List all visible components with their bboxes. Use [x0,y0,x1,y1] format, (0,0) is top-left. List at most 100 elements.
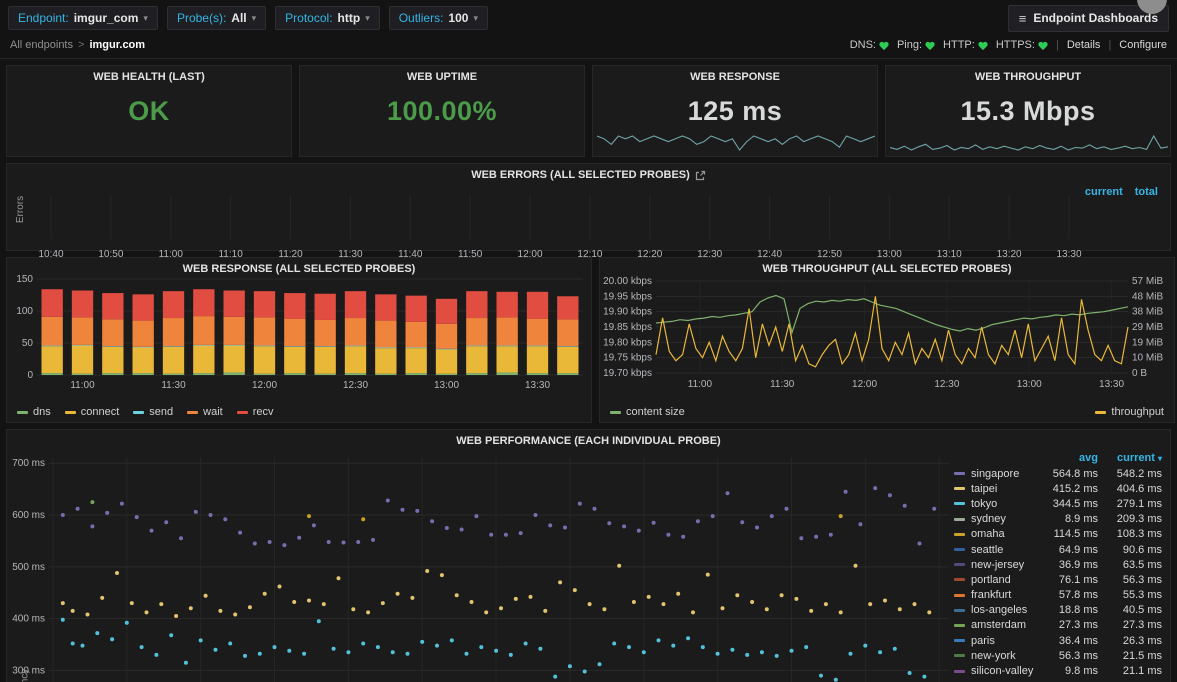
current-value: 209.3 ms [1098,513,1162,525]
endpoint-dropdown[interactable]: Endpoint: imgur_com ▾ [8,6,158,30]
content-size-legend: content size [610,406,685,418]
status-dns: DNS: [850,39,889,51]
breadcrumb-root-link[interactable]: All endpoints [10,39,73,51]
series-color-swatch [954,548,965,551]
avg-value: 114.5 ms [1040,528,1098,540]
legend-row-new-jersey[interactable]: new-jersey36.9 ms63.5 ms [954,557,1162,572]
svg-text:11:30: 11:30 [161,380,186,391]
avg-value: 564.8 ms [1040,468,1098,480]
avg-value: 76.1 ms [1040,574,1098,586]
top-toolbar: Endpoint: imgur_com ▾ Probe(s): All ▾ Pr… [0,0,1177,36]
current-value: 27.3 ms [1098,619,1162,631]
probe-name: new-jersey [971,559,1040,571]
legend-row-singapore[interactable]: singapore564.8 ms548.2 ms [954,466,1162,481]
status-dns-label: DNS: [850,39,876,51]
web-response-stat-title[interactable]: WEB RESPONSE [593,66,877,83]
svg-text:19.80 kbps: 19.80 kbps [603,337,652,348]
legend-row-los-angeles[interactable]: los-angeles18.8 ms40.5 ms [954,603,1162,618]
external-link-icon[interactable] [695,170,706,181]
legend-row-seattle[interactable]: seattle64.9 ms90.6 ms [954,542,1162,557]
svg-text:0: 0 [27,370,33,381]
legend-item-send[interactable]: send [133,406,173,418]
avg-value: 9.8 ms [1040,665,1098,677]
web-performance-chart[interactable]: 700 ms600 ms500 ms400 ms300 ms [7,447,955,682]
legend-item-total[interactable]: total [1135,186,1158,198]
svg-text:100: 100 [16,306,33,317]
legend-item-content-size[interactable]: content size [610,406,685,418]
status-ping: Ping: [897,39,935,51]
web-errors-chart[interactable]: 10:4010:5011:0011:1011:2011:3011:4011:50… [7,181,1170,267]
legend-row-new-york[interactable]: new-york56.3 ms21.5 ms [954,648,1162,663]
series-color-swatch [954,594,965,597]
sort-by-avg-header[interactable]: avg [1040,452,1098,464]
breadcrumb-bar: All endpoints > imgur.com DNS: Ping: HTT… [0,36,1177,59]
probe-name: sydney [971,513,1040,525]
legend-row-taipei[interactable]: taipei415.2 ms404.6 ms [954,481,1162,496]
series-color-swatch [65,411,76,414]
sort-by-current-header[interactable]: current ▾ [1098,452,1162,464]
legend-item-wait[interactable]: wait [187,406,223,418]
web-throughput-title[interactable]: WEB THROUGHPUT (ALL SELECTED PROBES) [600,258,1174,275]
legend-item-dns[interactable]: dns [17,406,51,418]
web-throughput-chart[interactable]: 20.00 kbps57 MiB19.95 kbps48 MiB19.90 kb… [600,275,1174,393]
svg-text:20.00 kbps: 20.00 kbps [603,276,652,287]
series-color-swatch [187,411,198,414]
status-ping-label: Ping: [897,39,922,51]
series-color-swatch [954,654,965,657]
details-link[interactable]: Details [1067,39,1101,51]
web-uptime-panel: WEB UPTIME 100.00% [299,65,585,157]
legend-item-current[interactable]: current [1085,186,1123,198]
web-uptime-title[interactable]: WEB UPTIME [300,66,584,83]
series-color-swatch [954,533,965,536]
svg-text:19.85 kbps: 19.85 kbps [603,322,652,333]
chevron-down-icon: ▾ [365,14,370,23]
probe-name: singapore [971,468,1040,480]
web-response-title[interactable]: WEB RESPONSE (ALL SELECTED PROBES) [7,258,591,275]
legend-row-portland[interactable]: portland76.1 ms56.3 ms [954,572,1162,587]
svg-text:57 MiB: 57 MiB [1132,276,1163,287]
performance-y-axis-label: latency [19,669,30,682]
legend-row-amsterdam[interactable]: amsterdam27.3 ms27.3 ms [954,618,1162,633]
web-throughput-stat-title[interactable]: WEB THROUGHPUT [886,66,1170,83]
status-https-label: HTTPS: [996,39,1035,51]
legend-item-connect[interactable]: connect [65,406,120,418]
chevron-down-icon: ▾ [473,14,478,23]
svg-text:13:00: 13:00 [434,380,459,391]
web-errors-title-text: WEB ERRORS (ALL SELECTED PROBES) [471,169,690,181]
legend-row-sydney[interactable]: sydney8.9 ms209.3 ms [954,512,1162,527]
probes-dropdown[interactable]: Probe(s): All ▾ [167,6,266,30]
web-throughput-stat-panel: WEB THROUGHPUT 15.3 Mbps [885,65,1171,157]
outliers-dropdown[interactable]: Outliers: 100 ▾ [389,6,488,30]
legend-row-omaha[interactable]: omaha114.5 ms108.3 ms [954,527,1162,542]
series-color-swatch [954,502,965,505]
menu-icon: ≡ [1019,11,1027,26]
web-throughput-panel: WEB THROUGHPUT (ALL SELECTED PROBES) 20.… [599,257,1175,423]
avg-value: 27.3 ms [1040,619,1098,631]
legend-row-tokyo[interactable]: tokyo344.5 ms279.1 ms [954,496,1162,511]
probe-name: paris [971,635,1040,647]
configure-link[interactable]: Configure [1119,39,1167,51]
performance-legend-header: avg current ▾ [954,450,1162,466]
legend-item-throughput[interactable]: throughput [1095,406,1164,418]
current-value: 21.5 ms [1098,650,1162,662]
web-response-chart[interactable]: 05010015011:0011:3012:0012:3013:0013:30 [7,275,591,393]
protocol-dropdown[interactable]: Protocol: http ▾ [275,6,380,30]
breadcrumb-separator: > [78,39,84,51]
series-color-swatch [954,518,965,521]
web-performance-title[interactable]: WEB PERFORMANCE (EACH INDIVIDUAL PROBE) [7,430,1170,447]
legend-row-paris[interactable]: paris36.4 ms26.3 ms [954,633,1162,648]
legend-item-recv[interactable]: recv [237,406,274,418]
endpoint-dropdown-value: imgur_com [74,11,139,25]
probe-name: seattle [971,544,1040,556]
legend-row-frankfurt[interactable]: frankfurt57.8 ms55.3 ms [954,588,1162,603]
svg-text:0 B: 0 B [1132,368,1147,379]
web-health-title[interactable]: WEB HEALTH (LAST) [7,66,291,83]
web-errors-title[interactable]: WEB ERRORS (ALL SELECTED PROBES) [7,164,1170,181]
web-throughput-stat-value: 15.3 Mbps [886,96,1170,127]
avg-value: 18.8 ms [1040,604,1098,616]
breadcrumb-current: imgur.com [89,39,145,51]
legend-row-silicon-valley[interactable]: silicon-valley9.8 ms21.1 ms [954,663,1162,678]
outliers-dropdown-label: Outliers: [399,11,444,25]
series-color-swatch [610,411,621,414]
web-uptime-value: 100.00% [300,96,584,127]
